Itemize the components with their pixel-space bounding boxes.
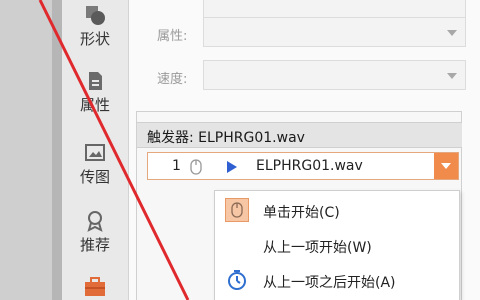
annotation-line bbox=[38, 0, 190, 300]
